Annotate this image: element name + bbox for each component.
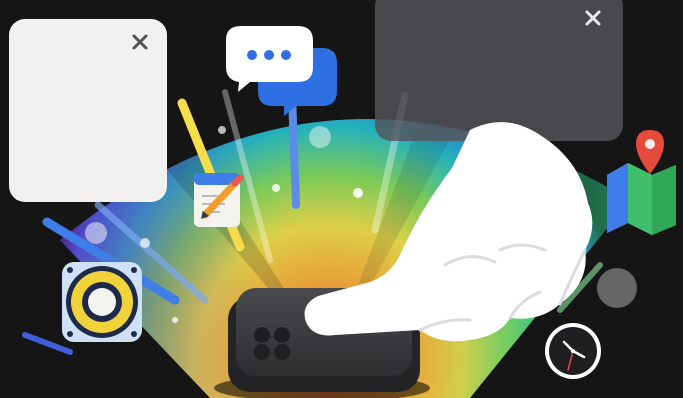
left-window [9, 19, 167, 202]
illustration-stage [0, 0, 683, 398]
notepad-pencil-icon [194, 173, 244, 227]
map-pin-icon [607, 130, 676, 235]
speaker-icon [62, 262, 142, 342]
chat-bubble-icon [226, 26, 337, 116]
right-window [375, 0, 623, 141]
clock-icon [545, 323, 601, 379]
illustration-canvas [9, 0, 676, 398]
